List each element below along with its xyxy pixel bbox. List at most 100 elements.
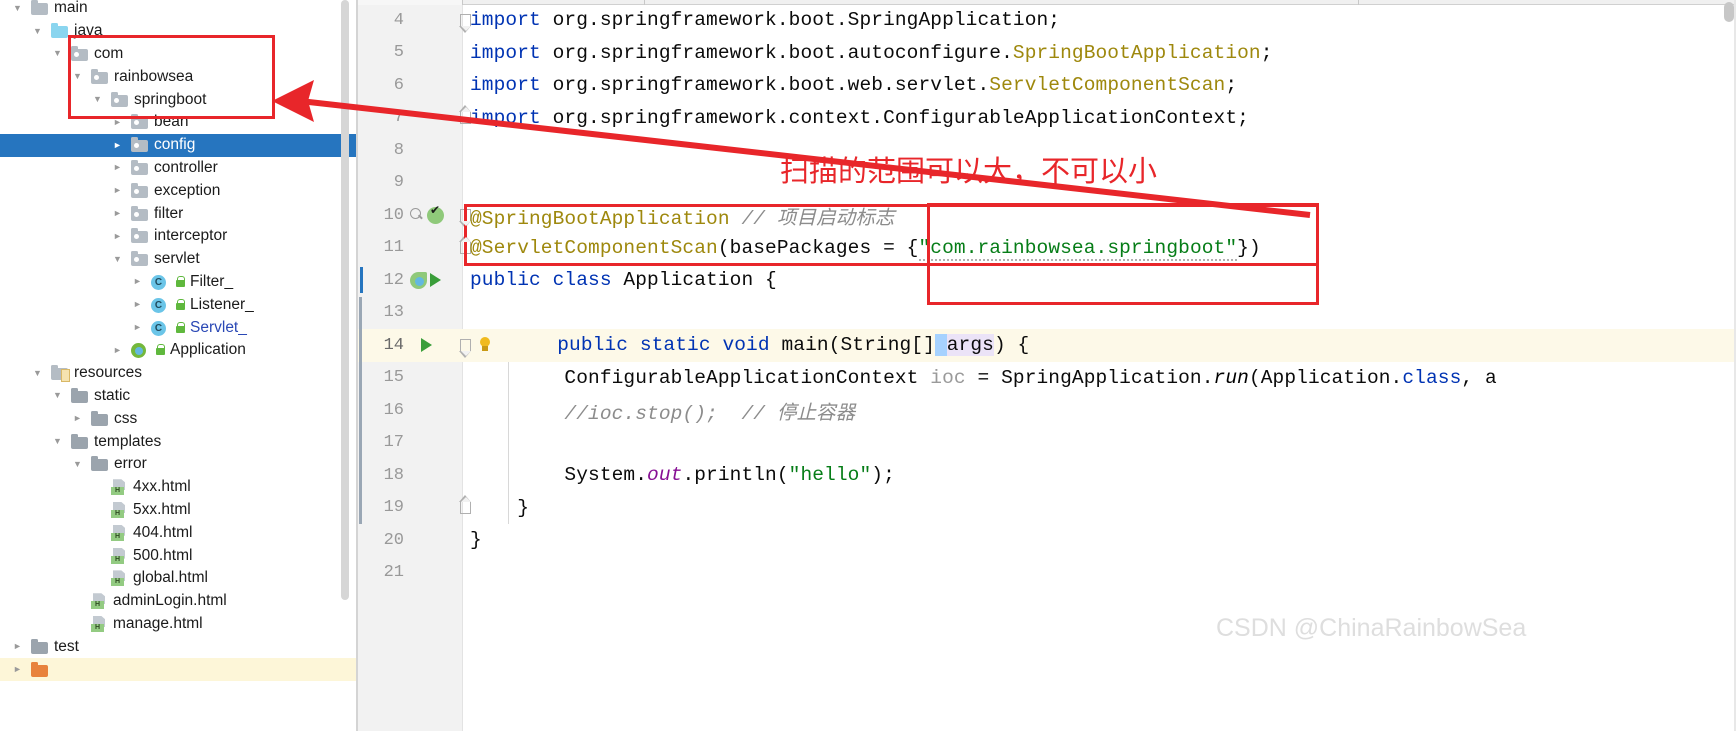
- chevron-down-icon[interactable]: ▼: [30, 27, 45, 36]
- code-text[interactable]: @SpringBootApplication // 项目启动标志: [470, 201, 894, 230]
- code-text[interactable]: import org.springframework.boot.SpringAp…: [470, 9, 1060, 31]
- gutter-icon-group[interactable]: [410, 40, 460, 66]
- fold-open-icon[interactable]: [460, 209, 471, 221]
- gutter-icon-group[interactable]: [410, 527, 460, 553]
- code-text[interactable]: @ServletComponentScan(basePackages = {"c…: [470, 237, 1261, 259]
- code-text[interactable]: import org.springframework.boot.web.serv…: [470, 74, 1237, 96]
- fold-marker[interactable]: [458, 560, 472, 586]
- gutter-icon-group[interactable]: [410, 397, 460, 423]
- spring-check-icon[interactable]: [427, 207, 444, 224]
- tree-item-templates[interactable]: ▼templates: [0, 430, 356, 453]
- tree-item-404-html[interactable]: H404.html: [0, 521, 356, 544]
- chevron-down-icon[interactable]: ▼: [10, 4, 25, 13]
- run-icon[interactable]: [430, 273, 441, 287]
- chevron-down-icon[interactable]: ▼: [50, 437, 65, 446]
- tree-item-manage-html[interactable]: Hmanage.html: [0, 613, 356, 636]
- tree-item-static[interactable]: ▼static: [0, 385, 356, 408]
- tree-item-servlet[interactable]: ▼servlet: [0, 248, 356, 271]
- tree-item-exception[interactable]: ►exception: [0, 179, 356, 202]
- gutter-icon-group[interactable]: [410, 365, 460, 391]
- code-line-14[interactable]: 14 public static void main(String[] args…: [358, 329, 1736, 362]
- fold-marker[interactable]: [458, 137, 472, 163]
- gutter-icon-group[interactable]: [410, 300, 460, 326]
- code-line-18[interactable]: 18 System.out.println("hello");: [358, 459, 1736, 492]
- code-line-13[interactable]: 13: [358, 297, 1736, 330]
- chevron-right-icon[interactable]: ►: [130, 323, 145, 332]
- tree-item-filter-[interactable]: ►CFilter_: [0, 271, 356, 294]
- chevron-right-icon[interactable]: ►: [110, 209, 125, 218]
- spring-bean-icon[interactable]: [410, 272, 427, 289]
- chevron-right-icon[interactable]: ►: [10, 642, 25, 651]
- chevron-right-icon[interactable]: ►: [130, 277, 145, 286]
- gutter-icon-group[interactable]: [410, 72, 460, 98]
- chevron-right-icon[interactable]: ►: [10, 665, 25, 674]
- tree-item-java[interactable]: ▼java: [0, 20, 356, 43]
- gutter-icon-group[interactable]: [410, 7, 460, 33]
- code-line-7[interactable]: 7import org.springframework.context.Conf…: [358, 102, 1736, 135]
- chevron-right-icon[interactable]: ►: [110, 186, 125, 195]
- tree-item-main[interactable]: ▼main: [0, 0, 356, 20]
- tree-item-interceptor[interactable]: ►interceptor: [0, 225, 356, 248]
- code-text[interactable]: //ioc.stop(); // 停止容器: [470, 396, 855, 425]
- code-line-4[interactable]: 4import org.springframework.boot.SpringA…: [358, 4, 1736, 37]
- tree-item-4xx-html[interactable]: H4xx.html: [0, 476, 356, 499]
- code-text[interactable]: ConfigurableApplicationContext ioc = Spr…: [470, 367, 1497, 389]
- tree-item-rainbowsea[interactable]: ▼rainbowsea: [0, 65, 356, 88]
- chevron-right-icon[interactable]: ►: [110, 346, 125, 355]
- gutter-icon-group[interactable]: [410, 105, 460, 131]
- magnifier-icon[interactable]: [410, 208, 424, 222]
- gutter-icon-group[interactable]: [410, 137, 460, 163]
- code-line-16[interactable]: 16 //ioc.stop(); // 停止容器: [358, 394, 1736, 427]
- tree-item-partial[interactable]: ►: [0, 658, 356, 681]
- gutter-icon-group[interactable]: [410, 170, 460, 196]
- code-line-19[interactable]: 19 }: [358, 492, 1736, 525]
- tree-item-global-html[interactable]: Hglobal.html: [0, 567, 356, 590]
- code-line-11[interactable]: 11@ServletComponentScan(basePackages = {…: [358, 232, 1736, 265]
- chevron-right-icon[interactable]: ►: [110, 141, 125, 150]
- chevron-right-icon[interactable]: ►: [110, 118, 125, 127]
- chevron-down-icon[interactable]: ▼: [50, 49, 65, 58]
- code-line-20[interactable]: 20}: [358, 524, 1736, 557]
- fold-close-icon[interactable]: [460, 242, 471, 254]
- code-line-10[interactable]: 10@SpringBootApplication // 项目启动标志: [358, 199, 1736, 232]
- code-line-17[interactable]: 17: [358, 427, 1736, 460]
- code-text[interactable]: }: [470, 497, 529, 519]
- tree-item-controller[interactable]: ►controller: [0, 157, 356, 180]
- tree-item-bean[interactable]: ►bean: [0, 111, 356, 134]
- tree-item-listener-[interactable]: ►CListener_: [0, 293, 356, 316]
- gutter-icon-group[interactable]: [410, 332, 460, 358]
- tree-item-com[interactable]: ▼com: [0, 43, 356, 66]
- code-line-12[interactable]: 12public class Application {: [358, 264, 1736, 297]
- editor-panel[interactable]: 4import org.springframework.boot.SpringA…: [358, 0, 1736, 731]
- fold-close-icon[interactable]: [460, 502, 471, 514]
- chevron-right-icon[interactable]: ►: [130, 300, 145, 309]
- fold-marker[interactable]: [458, 170, 472, 196]
- tree-item-filter[interactable]: ►filter: [0, 202, 356, 225]
- editor-scrollbar[interactable]: [1724, 2, 1734, 22]
- fold-marker[interactable]: [458, 332, 472, 358]
- tree-item-500-html[interactable]: H500.html: [0, 544, 356, 567]
- gutter-icon-group[interactable]: [410, 560, 460, 586]
- code-text[interactable]: public class Application {: [470, 269, 777, 291]
- code-text[interactable]: import org.springframework.boot.autoconf…: [470, 42, 1273, 64]
- tree-item-adminlogin-html[interactable]: HadminLogin.html: [0, 590, 356, 613]
- gutter-icon-group[interactable]: [410, 235, 460, 261]
- chevron-down-icon[interactable]: ▼: [30, 369, 45, 378]
- sidebar-scrollbar[interactable]: [341, 0, 349, 600]
- tree-item-css[interactable]: ►css: [0, 407, 356, 430]
- gutter-icon-group[interactable]: [410, 462, 460, 488]
- tree-item-application[interactable]: ►Application: [0, 339, 356, 362]
- lightbulb-icon[interactable]: [478, 337, 492, 353]
- code-line-5[interactable]: 5import org.springframework.boot.autocon…: [358, 37, 1736, 70]
- code-text[interactable]: import org.springframework.context.Confi…: [470, 107, 1249, 129]
- gutter-icon-group[interactable]: [410, 495, 460, 521]
- project-tree-panel[interactable]: ▼main▼java▼com▼rainbowsea▼springboot►bea…: [0, 0, 356, 731]
- gutter-icon-group[interactable]: [410, 267, 460, 293]
- tree-item-servlet-[interactable]: ►CServlet_: [0, 316, 356, 339]
- chevron-down-icon[interactable]: ▼: [110, 255, 125, 264]
- tree-item-resources[interactable]: ▼resources: [0, 362, 356, 385]
- code-text[interactable]: public static void main(String[] args) {: [510, 334, 1029, 356]
- code-line-6[interactable]: 6import org.springframework.boot.web.ser…: [358, 69, 1736, 102]
- code-line-21[interactable]: 21: [358, 557, 1736, 590]
- gutter-icon-group[interactable]: [410, 430, 460, 456]
